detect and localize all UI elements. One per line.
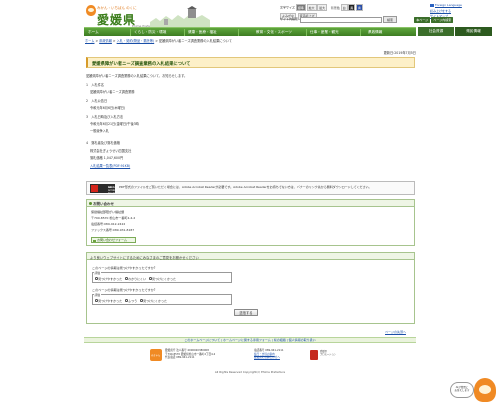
- nav-divider: [306, 29, 307, 36]
- nav-living[interactable]: くらし・防災・環境: [134, 28, 166, 37]
- breadcrumb: ホーム > 県政情報 > 入札・契約(物品・委託等) > 愛媛県障がい者ニーズ調…: [85, 39, 232, 43]
- survey-heading: より良いウェブサイトにするためにみなさまのご意見をお聞かせください: [90, 255, 199, 260]
- nav-divider: [360, 29, 361, 36]
- page-button-main[interactable]: 本ページ: [414, 17, 431, 23]
- chatbot-mascot-icon[interactable]: [474, 378, 496, 402]
- survey-q1: このページの情報は見つけやすかったですか?: [92, 266, 156, 270]
- q1-option-1: 見つけやすかった: [98, 276, 123, 281]
- q2-option-1: 見つけやすかった: [98, 298, 123, 303]
- section-4-value2: 落札価格 1,047,600円: [90, 156, 124, 160]
- read-aloud-button[interactable]: 読み上げをする: [430, 9, 451, 13]
- mascot-icon: [86, 5, 96, 16]
- survey-q2-legend: 評価: [94, 293, 101, 297]
- copyright: All Rights Reserved Copyright(c) Ehime P…: [214, 370, 286, 374]
- section-2-heading: 2 入札公告日: [86, 99, 108, 103]
- survey-q1-fieldset: 評価 見つけやすかった わかりにくい 見つけにくかった: [92, 271, 232, 283]
- nav-prefgov[interactable]: 県政情報: [368, 28, 382, 37]
- font-size-max[interactable]: 最大: [317, 4, 328, 11]
- page-title-bar: 愛媛県障がい者ニーズ調査業務の入札結果について: [86, 57, 415, 68]
- bg-color-blue[interactable]: 青: [355, 4, 363, 11]
- contact-address: 〒790-8570 松山市一番町4-4-2: [91, 216, 136, 220]
- q1-option-3: 見つけにくかった: [152, 276, 176, 281]
- bg-color-white[interactable]: 白: [340, 4, 348, 11]
- survey-q2: このページの情報は見つけやすかったですか?: [92, 288, 156, 292]
- breadcrumb-current: 愛媛県障がい者ニーズ調査業務の入札結果について: [158, 39, 232, 43]
- main-nav: ホーム くらし・防災・環境 健康・医療・福祉 教育・文化・スポーツ 仕事・産業・…: [84, 27, 416, 36]
- contact-dept: 保健福祉部障がい福祉課: [91, 210, 125, 214]
- page-title: 愛媛県障がい者ニーズ調査業務の入札結果について: [92, 62, 191, 67]
- page-top-link[interactable]: ページの先頭へ: [385, 330, 406, 334]
- section-3-heading: 3 入札日時及び入札方法: [86, 115, 124, 119]
- promotion-badge-text: 愛媛県 プロモーション: [320, 350, 337, 357]
- section-3-value2: 一般競争入札: [90, 129, 110, 133]
- survey-q2-fieldset: 評価 見つけやすかった ふつう 見つけにくかった: [92, 293, 232, 305]
- footer-addr-line: 代表電話 089-941-2111: [165, 356, 195, 360]
- nav-divider: [184, 29, 185, 36]
- survey-header: より良いウェブサイトにするためにみなさまのご意見をお聞かせください: [87, 253, 414, 260]
- chatbot-bubble[interactable]: AIが質問に お答えします: [450, 382, 474, 398]
- adobe-logo-line2: Adobe Acrobat Reader: [108, 186, 118, 196]
- submit-button[interactable]: 送信する: [234, 309, 258, 316]
- promotion-badge-icon[interactable]: [310, 350, 318, 360]
- bullet-icon: [89, 202, 92, 205]
- bg-color-label: 背景色: [330, 5, 340, 10]
- nav-social-resources[interactable]: 社会資源: [418, 27, 454, 36]
- bg-color-black[interactable]: 黒: [348, 4, 356, 11]
- section-4-value: 株式会社ぎょうせい四国支社: [90, 149, 132, 153]
- section-1-heading: 1 入札件名: [86, 83, 104, 87]
- section-4-heading: 4 落札者及び落札価格: [86, 141, 120, 145]
- section-3-value: 令和元年6月21日(金曜日)午後3時: [90, 122, 139, 126]
- nav-home[interactable]: ホーム: [88, 28, 99, 37]
- chatbot-widget[interactable]: AIが質問に お答えします: [450, 376, 500, 406]
- contact-phone: 電話番号:089-912-2422: [91, 222, 126, 226]
- search-button[interactable]: 検索: [383, 16, 397, 23]
- breadcrumb-bidding[interactable]: 入札・契約(物品・委託等): [117, 39, 155, 43]
- font-size-label: 文字サイズ: [280, 5, 295, 10]
- nav-work[interactable]: 仕事・産業・観光: [310, 28, 339, 37]
- updated-date: 更新日:2019年7月5日: [383, 51, 416, 55]
- breadcrumb-home[interactable]: ホーム: [85, 39, 94, 43]
- footer-mascot-label: みきゃん: [151, 354, 161, 357]
- intro-text: 愛媛県障がい者ニーズ調査業務の入札結果について、お知らせします。: [86, 74, 188, 78]
- pdf-notice-text: PDF形式のファイルをご覧いただく場合には、Adobe Acrobat Read…: [119, 185, 372, 189]
- footer: みきゃん 愛媛県庁 法人番号 4000020380008 〒790-8570 愛…: [150, 348, 350, 366]
- adobe-reader-icon[interactable]: Get Adobe Acrobat Reader: [90, 184, 118, 196]
- site-search-label: サイト内検索: [280, 17, 299, 21]
- q2-option-3: 見つけにくかった: [143, 298, 168, 303]
- footer-address: 愛媛県庁 法人番号 4000020380008 〒790-8570 愛媛県松山市…: [165, 349, 250, 360]
- q2-option-2: ふつう: [128, 298, 138, 303]
- breadcrumb-prefgov[interactable]: 県政情報: [99, 39, 112, 43]
- section-1-value: 愛媛県障がい者ニーズ調査業務: [90, 90, 135, 94]
- logo-name: 愛媛県: [97, 13, 137, 27]
- page-buttons: 本ページ ページ内検索: [413, 17, 454, 23]
- feedback-survey: より良いウェブサイトにするためにみなさまのご意見をお聞かせください このページの…: [86, 252, 415, 324]
- q1-option-2: わかりにくい: [128, 276, 147, 281]
- site-search-input[interactable]: [300, 17, 382, 23]
- page-button-search[interactable]: ページ内検索: [431, 17, 454, 23]
- contact-heading: お問い合わせ: [93, 201, 114, 206]
- contact-box: お問い合わせ 保健福祉部障がい福祉課 〒790-8570 松山市一番町4-4-2…: [86, 199, 415, 246]
- foreign-language-link[interactable]: Foreign Language: [435, 3, 462, 7]
- extra-nav: 社会資源 県民情報: [418, 27, 492, 36]
- nav-divider: [130, 29, 131, 36]
- nav-divider: [238, 29, 239, 36]
- nav-education[interactable]: 教育・文化・スポーツ: [256, 28, 292, 37]
- pdf-link[interactable]: 入札結果一覧表(PDF:91KB): [90, 163, 130, 168]
- nav-health[interactable]: 健康・医療・福祉: [188, 28, 217, 37]
- survey-q1-legend: 評価: [94, 271, 101, 275]
- mascot-icon: みきゃん: [150, 349, 162, 361]
- pdf-notice: Get Adobe Acrobat Reader PDF形式のファイルをご覧いただ…: [86, 181, 415, 195]
- section-2-value: 令和元年6月6日(木曜日): [90, 106, 126, 110]
- font-size-large[interactable]: 拡大: [306, 4, 317, 11]
- inquiry-form-button[interactable]: お問い合わせフォーム: [91, 237, 136, 243]
- contact-header: お問い合わせ: [87, 200, 414, 207]
- footer-links[interactable]: このホームページについて | ホームページに関する専用フォーム | 県の組織 |…: [84, 337, 416, 343]
- nav-citizen-info[interactable]: 県民情報: [455, 27, 492, 36]
- contact-fax: ファックス番号:089-931-8187: [91, 228, 135, 232]
- font-size-standard[interactable]: 標準: [295, 4, 306, 11]
- globe-icon: [430, 3, 434, 7]
